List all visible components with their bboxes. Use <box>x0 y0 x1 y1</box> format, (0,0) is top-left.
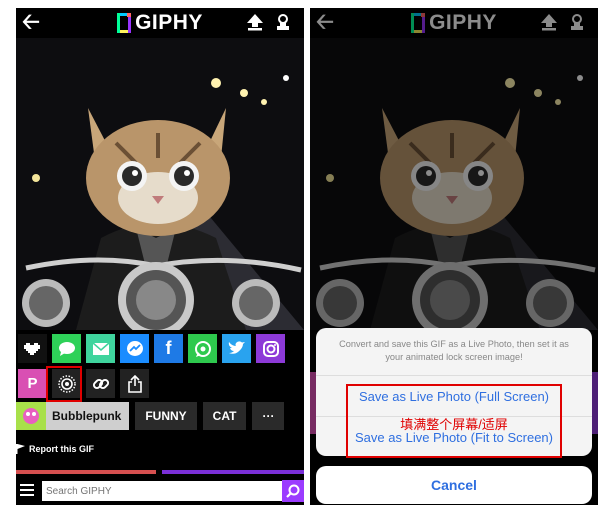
twitter-button[interactable] <box>222 334 251 363</box>
gif-image[interactable] <box>16 38 304 330</box>
cancel-button[interactable]: Cancel <box>316 466 592 504</box>
instagram-icon <box>262 340 279 357</box>
action-sheet-message: Convert and save this GIF as a Live Phot… <box>316 328 592 376</box>
more-tags-button[interactable]: ··· <box>252 402 285 430</box>
share-row-2: P <box>16 369 149 399</box>
tag-funny[interactable]: FUNNY <box>135 402 197 430</box>
report-label: Report this GIF <box>29 444 94 454</box>
share-row: f <box>16 334 285 364</box>
instagram-button[interactable] <box>256 334 285 363</box>
pixel-heart-button[interactable] <box>18 334 47 363</box>
menu-icon[interactable] <box>20 484 34 499</box>
giphy-logo: GIPHY <box>117 11 203 35</box>
share-button[interactable] <box>120 369 149 398</box>
search-input[interactable] <box>42 481 282 501</box>
tag-cat[interactable]: CAT <box>202 402 247 430</box>
facebook-icon: f <box>165 338 172 358</box>
imessage-button[interactable] <box>52 334 81 363</box>
left-screen: 🡠 GIPHY f P Bubblepunk FUNNY CAT ··· Rep… <box>16 8 304 505</box>
facebook-button[interactable]: f <box>154 334 183 363</box>
search-icon <box>286 484 300 498</box>
email-button[interactable] <box>86 334 115 363</box>
report-gif-link[interactable]: Report this GIF <box>16 444 94 454</box>
top-bar: 🡠 GIPHY <box>16 8 304 38</box>
messenger-button[interactable] <box>120 334 149 363</box>
heart-icon <box>23 342 40 355</box>
right-screen: 🡠 GIPHY Convert and save this GIF as a L… <box>310 8 598 505</box>
tag-row: Bubblepunk FUNNY CAT ··· <box>16 402 285 432</box>
user-icon[interactable] <box>274 13 292 36</box>
whatsapp-button[interactable] <box>188 334 217 363</box>
whatsapp-icon <box>194 340 211 357</box>
tag-bubblepunk[interactable]: Bubblepunk <box>16 402 130 430</box>
flag-icon <box>16 444 25 454</box>
pinterest-icon: P <box>27 375 38 392</box>
annotation-box-live-photo <box>46 366 82 402</box>
twitter-bird-icon <box>228 341 245 354</box>
search-button[interactable] <box>282 480 304 502</box>
tag-thumbnail-icon <box>16 402 46 430</box>
message-bubble-icon <box>58 341 75 356</box>
envelope-icon <box>92 341 109 355</box>
related-strip-left <box>16 470 156 474</box>
bottom-search-bar <box>16 478 304 505</box>
messenger-icon <box>126 340 143 356</box>
pinterest-button[interactable]: P <box>18 369 47 398</box>
logo-text: GIPHY <box>135 11 203 34</box>
giphy-logo-mark-icon <box>117 13 132 33</box>
tag-label-bubblepunk: Bubblepunk <box>52 409 122 423</box>
upload-icon[interactable] <box>246 13 264 36</box>
share-icon <box>127 374 142 393</box>
copy-link-button[interactable] <box>86 369 115 398</box>
link-icon <box>92 378 109 389</box>
related-strip-right <box>162 470 304 474</box>
annotation-box-options <box>346 384 562 458</box>
back-arrow-icon[interactable]: 🡠 <box>22 11 40 33</box>
